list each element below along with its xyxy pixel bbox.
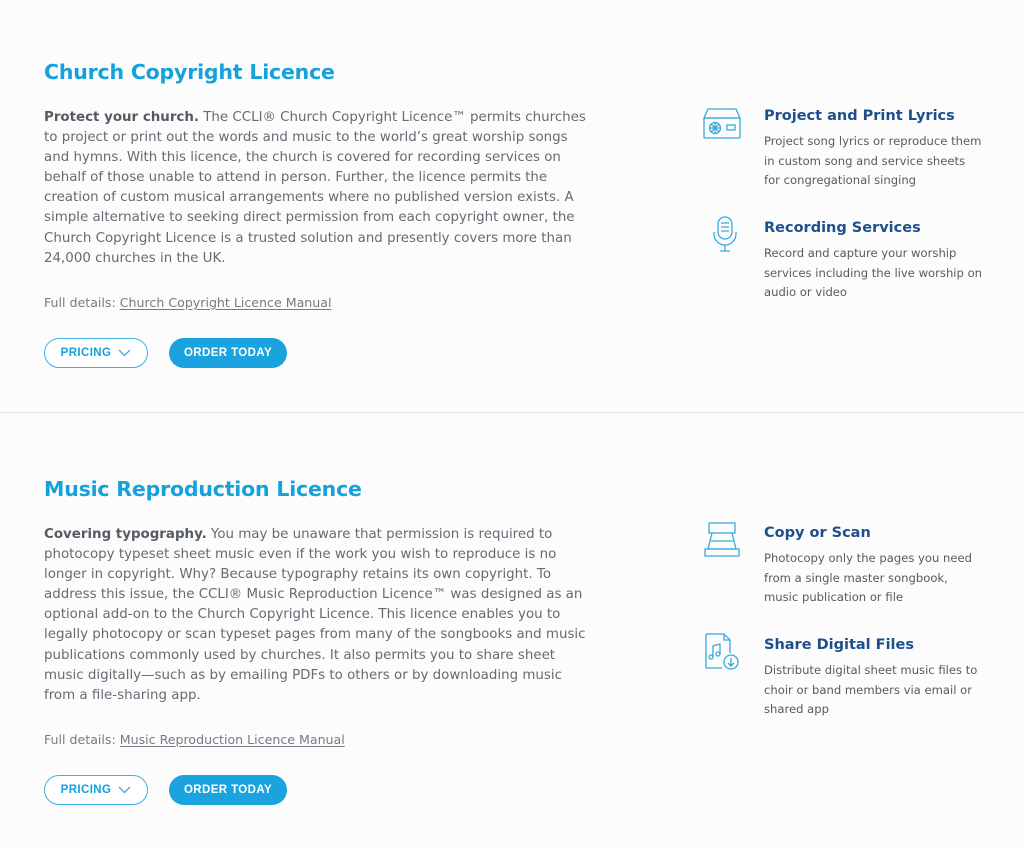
feature-description: Record and capture your worship services… [764, 246, 983, 299]
music-licence-section: Music Reproduction Licence Covering typo… [0, 413, 1024, 847]
music-licence-lead: Covering typography. [44, 527, 207, 542]
music-licence-description: Covering typography. You may be unaware … [44, 525, 589, 706]
feature-title: Copy or Scan [764, 525, 871, 541]
projector-icon [702, 108, 742, 139]
church-licence-manual-link[interactable]: Church Copyright Licence Manual [120, 295, 332, 310]
church-licence-order-button[interactable]: ORDER TODAY [169, 338, 287, 368]
feature-title: Project and Print Lyrics [764, 108, 955, 124]
music-licence-body: You may be unaware that permission is re… [44, 527, 586, 703]
church-licence-section: Church Copyright Licence Protect your ch… [0, 0, 1024, 412]
feature-description: Distribute digital sheet music files to … [764, 663, 978, 716]
chevron-down-icon [118, 786, 131, 794]
pricing-label: PRICING [60, 784, 112, 796]
details-prefix: Full details: [44, 295, 120, 310]
pricing-label: PRICING [60, 347, 112, 359]
church-licence-details: Full details: Church Copyright Licence M… [44, 295, 331, 310]
music-licence-order-button[interactable]: ORDER TODAY [169, 775, 287, 805]
music-licence-manual-link[interactable]: Music Reproduction Licence Manual [120, 732, 345, 747]
licence-page: Church Copyright Licence Protect your ch… [0, 0, 1024, 847]
details-prefix: Full details: [44, 732, 120, 747]
church-licence-pricing-button[interactable]: PRICING [44, 338, 148, 368]
church-licence-lead: Protect your church. [44, 110, 199, 125]
feature-title: Share Digital Files [764, 637, 914, 653]
feature-description: Project song lyrics or reproduce them in… [764, 134, 982, 187]
chevron-down-icon [118, 349, 131, 357]
microphone-icon [713, 216, 737, 252]
music-licence-details: Full details: Music Reproduction Licence… [44, 732, 345, 747]
church-licence-description: Protect your church. The CCLI® Church Co… [44, 108, 589, 269]
music-licence-title: Music Reproduction Licence [44, 477, 362, 501]
feature-title: Recording Services [764, 220, 921, 236]
church-licence-body: The CCLI® Church Copyright Licence™ perm… [44, 110, 586, 266]
scanner-icon [704, 522, 740, 557]
feature-description: Photocopy only the pages you need from a… [764, 551, 973, 604]
music-licence-pricing-button[interactable]: PRICING [44, 775, 148, 805]
church-licence-title: Church Copyright Licence [44, 60, 335, 84]
music-file-download-icon [705, 633, 739, 670]
